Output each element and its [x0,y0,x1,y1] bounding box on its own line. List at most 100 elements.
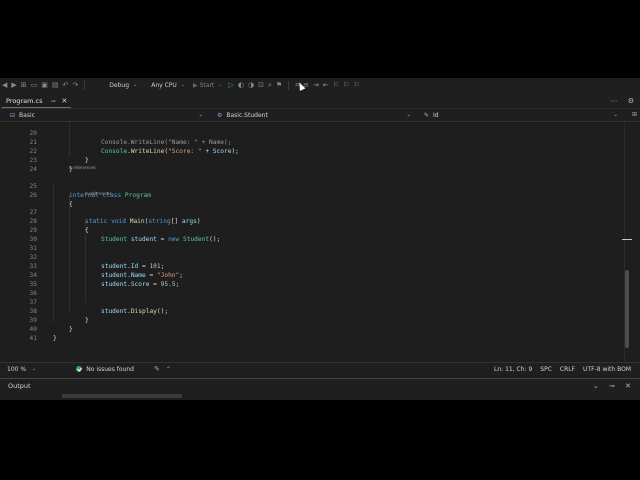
play-icon: ▶ [193,81,198,89]
find-in-files-icon[interactable]: ⌕ [268,81,272,90]
code-line: 22 } [0,138,624,164]
project-value: Basic [19,111,35,119]
line-number: 41 [29,335,37,342]
indent-icon[interactable]: ⇥ [313,81,319,89]
code-line: 28 { [0,208,624,234]
undo-icon[interactable]: ↶ [63,81,69,89]
close-icon[interactable]: ✕ [61,97,67,105]
project-dropdown[interactable]: ⊟ Basic ⌄ [10,109,205,121]
cursor-position[interactable]: Ln: 11, Ch: 9 [494,366,532,373]
close-icon[interactable]: ✕ [625,382,631,390]
platform-value: Any CPU [151,81,177,89]
output-panel-header: Output ⌄ ⊸ ✕ [0,378,640,393]
bookmark-next-icon[interactable]: ⚐ [353,81,359,89]
diagnostics-icon[interactable]: ⚑ [276,81,282,89]
save-all-icon[interactable]: ▤ [52,81,59,89]
chevron-down-icon: ⌄ [198,112,203,118]
save-icon[interactable]: ▣ [41,81,48,89]
outdent-icon[interactable]: ⇤ [323,81,329,89]
toolbar-divider [288,80,290,90]
main-toolbar: ◀ ▶ ⊞ ▭ ▣ ▤ ↶ ↷ Debug ⌄ Any CPU ⌄ ▶ Star… [0,78,640,92]
start-button[interactable]: ▶ Start ⌄ [193,82,223,89]
tab-program-cs[interactable]: Program.cs ⊸ ✕ [2,95,72,108]
code-line: 32 student.Id = 101; [0,244,624,270]
codelens-references[interactable]: 0 references [85,191,112,198]
code-line: 21 Console.WriteLine("Score: " + Score); [0,129,624,155]
code-line: 38 } [0,298,624,324]
line-ending[interactable]: CRLF [560,366,575,373]
split-editor-icon[interactable]: ⊞ [632,111,637,118]
code-line: 37 student.Display(); [0,289,624,315]
tab-list-icon[interactable]: ⋯ [610,97,617,105]
type-dropdown[interactable]: ⚙ Basic.Student ⌄ [217,109,413,121]
code-line: 25 internal class Program [0,173,624,199]
settings-icon[interactable]: ⚙ [628,97,634,105]
output-source-toolbar [62,394,182,398]
scrollbar-thumb[interactable] [625,270,629,348]
ide-window: ◀ ▶ ⊞ ▭ ▣ ▤ ↶ ↷ Debug ⌄ Any CPU ⌄ ▶ Star… [0,78,640,400]
pin-icon[interactable]: ⊸ [609,382,615,390]
editor-status-bar: 100 % ⌄ No issues found ✎ ⌃ Ln: 11, Ch: … [0,362,640,375]
code-editor[interactable]: 20 Console.WriteLine("Name: " + Name); 2… [0,122,624,362]
document-tab-strip: Program.cs ⊸ ✕ ⋯ ⚙ [0,94,640,109]
code-line: 36 [0,280,624,297]
back-icon[interactable]: ◀ [2,81,7,89]
pin-icon[interactable]: ⊸ [50,98,55,105]
code-line: 33 student.Name = "John"; [0,253,624,279]
chevron-down-icon: ⌄ [32,366,37,372]
chevron-down-icon[interactable]: ⌄ [593,382,599,390]
start-label: Start [199,81,215,89]
code-line: 34 student.Score = 95.5; [0,262,624,288]
configuration-dropdown[interactable]: Debug ⌄ [109,82,137,89]
code-line: 41 [0,325,624,342]
restart-icon[interactable]: ◑ [248,81,254,89]
code-cleanup-icon[interactable]: ✎ [154,365,160,373]
start-without-debugging-icon[interactable]: ▷ [229,81,234,89]
chevron-up-icon[interactable]: ⌃ [166,366,171,373]
output-title: Output [8,382,31,390]
class-icon: ⚙ [217,111,223,119]
hot-reload-icon[interactable]: ◐ [238,81,244,89]
type-value: Basic.Student [226,111,268,119]
code-line: 23 } [0,147,624,173]
code-line: 24 [0,156,624,173]
chevron-down-icon: ⌄ [218,82,223,88]
bookmark-prev-icon[interactable]: ⚐ [343,81,349,89]
chevron-down-icon: ⌄ [406,112,411,118]
indentation-mode[interactable]: SPC [540,366,552,373]
code-line: 26 { [0,182,624,208]
check-circle-icon [76,366,83,372]
issues-status[interactable]: No issues found [86,366,134,373]
code-line: 39 } [0,307,624,333]
code-line: 29 Student student = new Student(); [0,217,624,243]
code-line: 40 } [0,316,624,342]
tab-label: Program.cs [6,97,43,105]
zoom-dropdown[interactable]: 100 % ⌄ [7,366,36,373]
codelens-references[interactable]: 0 references [69,165,96,172]
platform-dropdown[interactable]: Any CPU ⌄ [151,82,185,89]
code-line: 30 [0,226,624,243]
forward-icon[interactable]: ▶ [11,81,16,89]
bookmark-icon[interactable]: ⚐ [333,81,339,89]
chevron-down-icon: ⌄ [613,112,618,118]
toolbar-divider [84,80,86,90]
scrollbar-caret-marker [622,239,632,240]
csharp-project-icon: ⊟ [10,111,16,119]
open-icon[interactable]: ▭ [31,81,38,89]
code-line: 31 [0,235,624,252]
code-line: 35 [0,271,624,288]
output-panel-actions: ⌄ ⊸ ✕ [585,382,631,390]
configuration-value: Debug [109,81,130,89]
zoom-value: 100 % [7,365,27,373]
file-encoding[interactable]: UTF-8 with BOM [583,366,631,373]
new-item-icon[interactable]: ⊞ [21,81,27,89]
chevron-down-icon: ⌄ [180,82,185,88]
redo-icon[interactable]: ↷ [72,81,78,89]
member-dropdown[interactable]: ✎ Id ⌄ [424,109,620,121]
chevron-down-icon: ⌄ [133,82,138,88]
code-line: 27 static void Main(string[] args) [0,199,624,225]
code-line: 20 Console.WriteLine("Name: " + Name); [0,122,624,146]
browser-link-icon[interactable]: ⊡ [258,81,264,89]
property-icon: ✎ [424,111,430,119]
status-right: Ln: 11, Ch: 9 SPC CRLF UTF-8 with BOM [486,366,631,373]
